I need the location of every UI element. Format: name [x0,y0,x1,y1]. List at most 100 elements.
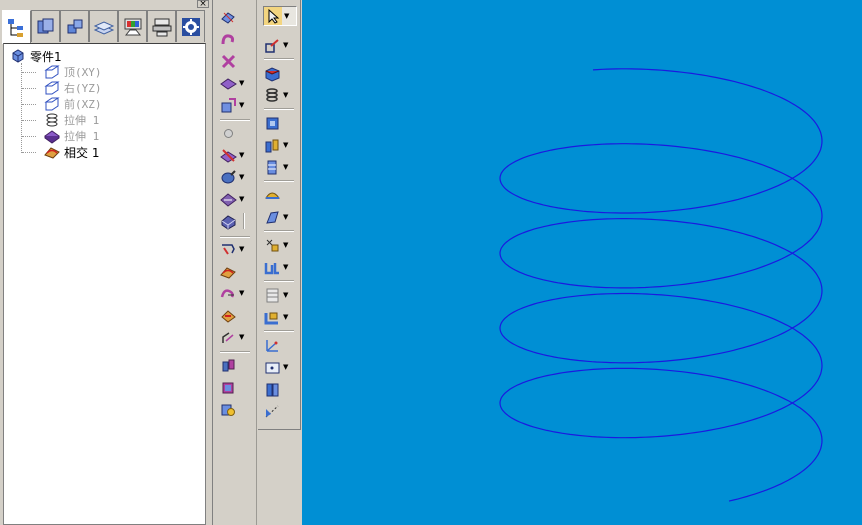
split-button[interactable]: ▼ [219,239,253,259]
toolbar-separator [264,280,294,282]
dropdown-arrow[interactable]: ▼ [283,163,291,171]
tree-guide-line [22,152,36,153]
solid-button[interactable]: ▼ [219,95,253,115]
sweep-button[interactable]: ▼ [219,189,253,209]
dropdown-arrow[interactable]: ▼ [283,263,291,271]
measure-icon [263,402,281,420]
curve-button[interactable] [219,29,253,49]
blue-box-icon [263,114,281,132]
dropdown-arrow[interactable]: ▼ [283,91,291,99]
edit-curve-button[interactable]: ▼ [263,35,297,55]
dropdown-arrow[interactable]: ▼ [283,291,291,299]
sketch-button[interactable] [219,7,253,27]
dropdown-arrow[interactable]: ▼ [239,101,247,109]
axis-button[interactable] [263,335,297,355]
sheet-metal-button[interactable]: ▼ [263,257,297,277]
cube-face-button[interactable] [263,63,297,83]
wall-button[interactable]: ▼ [263,135,297,155]
ribbon-button[interactable]: ▼ [263,157,297,177]
cylinder-button[interactable] [263,379,297,399]
tab-model-tree[interactable] [2,10,31,44]
transform-icon [263,236,281,254]
tree-guide-line [22,104,36,105]
dropdown-arrow[interactable]: ▼ [239,289,247,297]
dimension-box-button[interactable]: ▼ [263,357,297,377]
tree-item-extrude-1[interactable]: 拉伸 1 [44,112,99,128]
toolbar-separator [220,351,250,353]
sphere-button[interactable] [219,123,253,143]
cut-button[interactable]: ▼ [219,145,253,165]
tree-root-part[interactable]: 零件1 [10,48,62,64]
dropdown-arrow[interactable]: ▼ [239,333,247,341]
flange-icon [263,308,281,326]
dropdown-arrow[interactable]: ▼ [283,313,291,321]
tab-features[interactable] [60,10,89,42]
shell-button[interactable] [219,305,253,325]
dropdown-arrow[interactable]: ▼ [239,245,247,253]
cylinder-icon [263,380,281,398]
dome-button[interactable] [263,185,297,205]
patch-button[interactable]: ▼ [263,207,297,227]
measure-button[interactable] [263,401,297,421]
spring-icon [263,86,281,104]
dropdown-arrow[interactable]: ▼ [283,241,291,249]
mirror-button[interactable]: ▼ [219,327,253,347]
dropdown-arrow[interactable]: ▼ [239,173,247,181]
model-tree-icon [7,18,23,37]
table-button[interactable]: ▼ [263,285,297,305]
tree-item-extrude-2[interactable]: 拉伸 1 [44,128,99,144]
helix-curve[interactable] [302,0,862,525]
blue-box-button[interactable] [263,113,297,133]
tree-item-right-plane[interactable]: 右(YZ) [44,80,102,96]
ribbon-icon [263,158,281,176]
tab-layers[interactable] [31,10,60,42]
tree-item-front-plane[interactable]: 前(XZ) [44,96,102,112]
point-icon [219,52,237,70]
tree-item-label: 拉伸 1 [64,114,100,127]
model-tree-panel: 零件1 顶(XY) 右(YZ) 前(XZ) 拉伸 1 拉伸 1 相交 1 [3,43,206,525]
edit-curve-icon [263,36,281,54]
dropdown-arrow[interactable]: ▼ [283,141,291,149]
select-button[interactable]: ▼ [263,6,297,26]
dropdown-arrow[interactable]: ▼ [239,151,247,159]
surface-button[interactable]: ▼ [219,73,253,93]
intersect-icon [44,144,60,160]
3d-viewport[interactable] [302,0,862,525]
tab-layers-stack[interactable] [89,10,118,42]
tree-item-top-plane[interactable]: 顶(XY) [44,64,102,80]
revolve-button[interactable]: ▼ [219,167,253,187]
loft-button[interactable] [219,211,253,231]
edge-blend-button[interactable] [219,261,253,281]
dropdown-arrow[interactable]: ▼ [239,79,247,87]
curve-icon [219,30,237,48]
tree-item-label: 前(XZ) [64,98,102,111]
dropdown-arrow[interactable]: ▼ [284,12,292,20]
part-icon [10,48,26,64]
spring-button[interactable]: ▼ [263,85,297,105]
flange-button[interactable]: ▼ [263,307,297,327]
pattern-button[interactable] [219,355,253,375]
close-panel-button[interactable]: × [197,0,209,9]
dropdown-arrow[interactable]: ▼ [283,213,291,221]
tab-display[interactable] [147,10,176,42]
point-button[interactable] [219,51,253,71]
tree-item-intersect-1[interactable]: 相交 1 [44,144,99,160]
chamfer-icon [219,284,237,302]
transform-button[interactable]: ▼ [263,235,297,255]
mirror-icon [219,328,237,346]
tab-colors[interactable] [118,10,147,42]
box-button[interactable] [219,377,253,397]
table-icon [263,286,281,304]
surface-icon [219,74,237,92]
helix-path[interactable] [499,68,823,502]
panel-tab-strip [2,10,205,44]
split-icon [219,240,237,258]
chamfer-button[interactable]: ▼ [219,283,253,303]
tab-settings[interactable] [176,10,205,42]
dropdown-arrow[interactable]: ▼ [239,195,247,203]
datum-plane-icon [44,96,60,112]
dropdown-arrow[interactable]: ▼ [283,41,291,49]
dropdown-arrow[interactable]: ▼ [283,363,291,371]
link-button[interactable] [219,399,253,419]
tree-item-label: 相交 1 [64,145,100,160]
